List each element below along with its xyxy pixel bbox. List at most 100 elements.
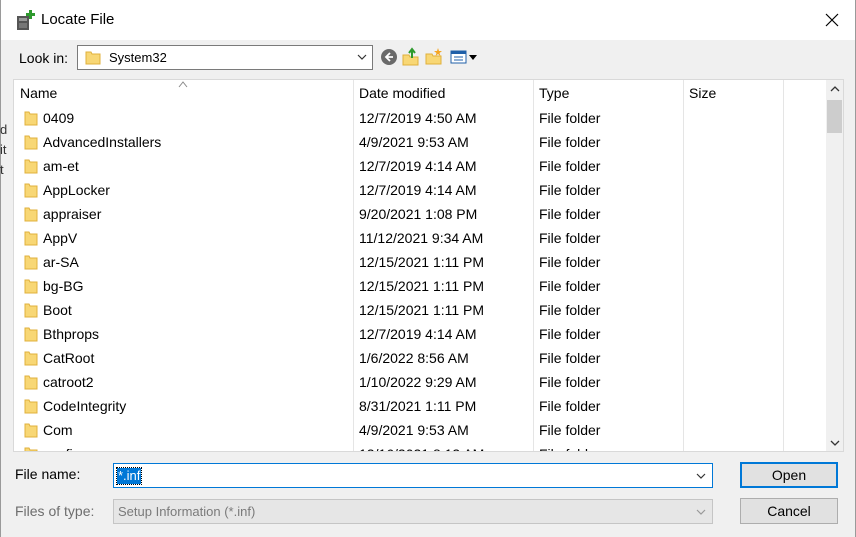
type-cell: File folder xyxy=(539,230,601,246)
folder-icon xyxy=(24,135,38,150)
date-modified-cell: 11/12/2021 9:34 AM xyxy=(359,230,484,246)
table-row[interactable]: CodeIntegrity 8/31/2021 1:11 PM File folde… xyxy=(14,394,826,418)
type-cell: File folder xyxy=(539,134,601,150)
type-cell: File folder xyxy=(539,442,600,451)
date-modified-cell: 12/7/2019 4:50 AM xyxy=(359,110,477,126)
up-folder-icon xyxy=(402,47,419,66)
folder-icon xyxy=(24,231,38,246)
look-in-value: System32 xyxy=(109,50,167,65)
date-modified-cell: 1/10/2022 9:29 AM xyxy=(359,374,477,390)
type-cell: File folder xyxy=(539,374,601,390)
date-modified-cell: 12/7/2019 4:14 AM xyxy=(359,182,477,198)
new-folder-button[interactable] xyxy=(423,46,445,68)
scroll-down-button[interactable] xyxy=(826,434,843,451)
column-header-type[interactable]: Type xyxy=(533,80,683,106)
chevron-down-icon[interactable] xyxy=(695,470,707,482)
type-cell: File folder xyxy=(539,278,601,294)
folder-icon xyxy=(24,351,38,366)
table-row[interactable]: Boot 12/15/2021 1:11 PM File folder xyxy=(14,298,826,322)
date-modified-cell: 4/9/2021 9:53 AM xyxy=(359,422,469,438)
open-button[interactable]: Open xyxy=(740,462,838,488)
table-row[interactable]: Bthprops 12/7/2019 4:14 AM File folder xyxy=(14,322,826,346)
scrollbar-thumb[interactable] xyxy=(827,100,842,133)
window-title: Locate File xyxy=(41,11,115,28)
window-edge-left xyxy=(0,0,1,537)
view-menu-button[interactable] xyxy=(449,46,479,68)
column-header-size[interactable]: Size xyxy=(683,80,783,106)
file-name-cell: CodeIntegrity xyxy=(43,398,127,414)
column-header-date[interactable]: Date modified xyxy=(353,80,533,106)
folder-icon xyxy=(24,303,38,318)
folder-icon xyxy=(24,447,38,451)
folder-icon xyxy=(24,111,38,126)
table-row[interactable]: AppLocker 12/7/2019 4:14 AM File folder xyxy=(14,178,826,202)
table-row[interactable]: AppV 11/12/2021 9:34 AM File folder xyxy=(14,226,826,250)
file-name-cell: appraiser xyxy=(43,206,102,222)
table-row[interactable]: 0409 12/7/2019 4:50 AM File folder xyxy=(14,106,826,130)
chevron-down-icon xyxy=(696,509,706,515)
app-icon xyxy=(17,10,35,30)
file-name-cell: catroot2 xyxy=(43,374,94,390)
folder-icon xyxy=(24,183,38,198)
type-cell: File folder xyxy=(539,350,601,366)
view-menu-icon xyxy=(450,50,477,64)
file-name-value[interactable]: *.inf xyxy=(115,467,143,485)
table-row[interactable]: CatRoot 1/6/2022 8:56 AM File folder xyxy=(14,346,826,370)
file-name-cell: ar-SA xyxy=(43,254,79,270)
date-modified-cell: 12/7/2019 4:14 AM xyxy=(359,326,477,342)
file-name-cell: Boot xyxy=(43,302,72,318)
up-folder-button[interactable] xyxy=(400,46,422,68)
file-name-input[interactable]: *.inf xyxy=(113,463,713,488)
file-name-cell: config xyxy=(43,442,80,451)
chevron-down-icon xyxy=(357,54,367,60)
type-cell: File folder xyxy=(539,206,601,222)
folder-icon xyxy=(24,423,38,438)
background-window-text: d it t xyxy=(0,122,8,177)
scroll-up-button[interactable] xyxy=(826,80,843,97)
chevron-up-icon xyxy=(830,85,839,91)
file-name-cell: 0409 xyxy=(43,110,75,126)
type-cell: File folder xyxy=(539,398,601,414)
file-name-cell: CatRoot xyxy=(43,350,95,366)
close-button[interactable] xyxy=(809,0,855,40)
file-list[interactable]: Name Date modified Type Size 0409 12/7/20… xyxy=(13,79,844,452)
date-modified-cell: 1/6/2022 8:56 AM xyxy=(359,350,469,366)
date-modified-cell: 8/31/2021 1:11 PM xyxy=(359,398,477,414)
file-name-cell: am-et xyxy=(43,158,79,174)
table-row[interactable]: Com 4/9/2021 9:53 AM File folder xyxy=(14,418,826,442)
folder-icon xyxy=(24,327,38,342)
date-modified-cell: 12/15/2021 1:11 PM xyxy=(359,254,485,270)
folder-icon xyxy=(24,207,38,222)
folder-icon xyxy=(24,255,38,270)
cancel-button[interactable]: Cancel xyxy=(740,498,838,524)
type-cell: File folder xyxy=(539,302,601,318)
table-row[interactable]: AdvancedInstallers 4/9/2021 9:53 AM File f… xyxy=(14,130,826,154)
date-modified-cell: 4/9/2021 9:53 AM xyxy=(359,134,469,150)
table-row[interactable]: bg-BG 12/15/2021 1:11 PM File folder xyxy=(14,274,826,298)
title-bar[interactable]: Locate File xyxy=(1,0,855,40)
type-cell: File folder xyxy=(539,158,601,174)
table-row[interactable]: config 12/16/2021 8:13 AM File folder xyxy=(14,442,826,451)
date-modified-cell: 12/7/2019 4:14 AM xyxy=(359,158,477,174)
look-in-label: Look in: xyxy=(19,50,69,66)
file-name-cell: bg-BG xyxy=(43,278,84,294)
file-type-dropdown[interactable]: Setup Information (*.inf) xyxy=(113,499,713,524)
type-cell: File folder xyxy=(539,110,601,126)
folder-icon xyxy=(24,375,38,390)
table-row[interactable]: appraiser 9/20/2021 1:08 PM File folder xyxy=(14,202,826,226)
chevron-down-icon xyxy=(830,440,839,446)
column-header: Name Date modified Type Size xyxy=(14,80,826,106)
table-row[interactable]: ar-SA 12/15/2021 1:11 PM File folder xyxy=(14,250,826,274)
date-modified-cell: 12/16/2021 8:13 AM xyxy=(359,442,484,451)
new-folder-icon xyxy=(425,48,442,65)
vertical-scrollbar[interactable] xyxy=(826,80,843,451)
file-name-cell: AppV xyxy=(43,230,78,246)
table-row[interactable]: catroot2 1/10/2022 9:29 AM File folder xyxy=(14,370,826,394)
back-button[interactable] xyxy=(378,46,400,68)
look-in-dropdown[interactable]: System32 xyxy=(77,45,373,70)
close-icon xyxy=(825,13,839,27)
back-icon xyxy=(381,49,397,65)
date-modified-cell: 9/20/2021 1:08 PM xyxy=(359,206,478,222)
table-row[interactable]: am-et 12/7/2019 4:14 AM File folder xyxy=(14,154,826,178)
file-name-cell: AppLocker xyxy=(43,182,110,198)
